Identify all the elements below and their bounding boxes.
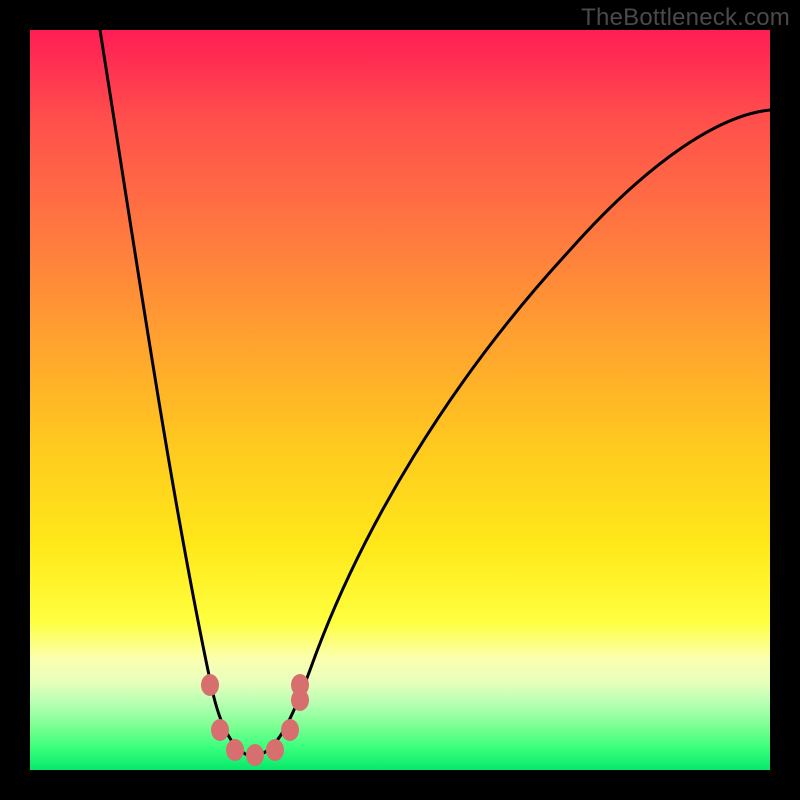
curve-marker-dot — [246, 744, 264, 766]
chart-plot-area — [30, 30, 770, 770]
bottleneck-curve-svg — [30, 30, 770, 770]
curve-marker-dot — [226, 739, 244, 761]
watermark-text: TheBottleneck.com — [581, 4, 790, 32]
curve-marker-dot — [266, 739, 284, 761]
curve-marker-dot — [291, 674, 309, 696]
curve-marker-dot — [281, 719, 299, 741]
curve-marker-dot — [211, 719, 229, 741]
curve-marker-cluster — [201, 674, 309, 766]
curve-marker-dot — [201, 674, 219, 696]
bottleneck-curve-path — [100, 30, 770, 757]
